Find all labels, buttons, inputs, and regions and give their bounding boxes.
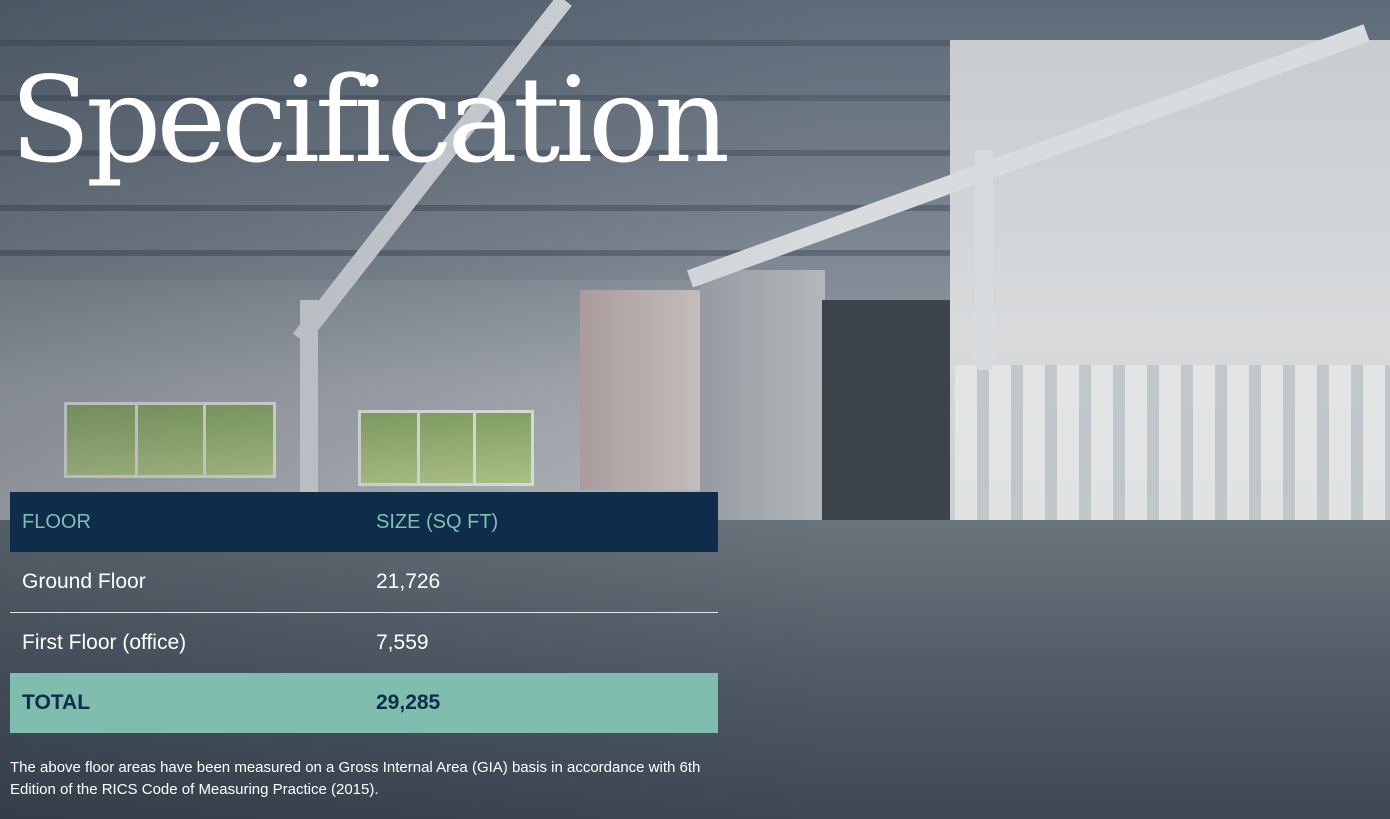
table-total-row: TOTAL 29,285 (10, 673, 718, 733)
floor-name: First Floor (office) (22, 631, 187, 654)
column-header-size: SIZE (SQ FT) (376, 510, 499, 533)
total-label: TOTAL (22, 691, 91, 714)
column-header-floor: FLOOR (22, 510, 91, 533)
total-size: 29,285 (376, 691, 441, 714)
table-row: Ground Floor 21,726 (10, 552, 718, 613)
table-header-row: FLOOR SIZE (SQ FT) (10, 492, 718, 552)
floor-name: Ground Floor (22, 570, 146, 593)
floor-size: 7,559 (376, 631, 429, 654)
floor-area-table: FLOOR SIZE (SQ FT) Ground Floor 21,726 F… (10, 492, 718, 733)
measurement-note: The above floor areas have been measured… (10, 759, 701, 798)
floor-size: 21,726 (376, 570, 441, 593)
table-row: First Floor (office) 7,559 (10, 613, 718, 673)
page-title: Specification (10, 51, 730, 189)
